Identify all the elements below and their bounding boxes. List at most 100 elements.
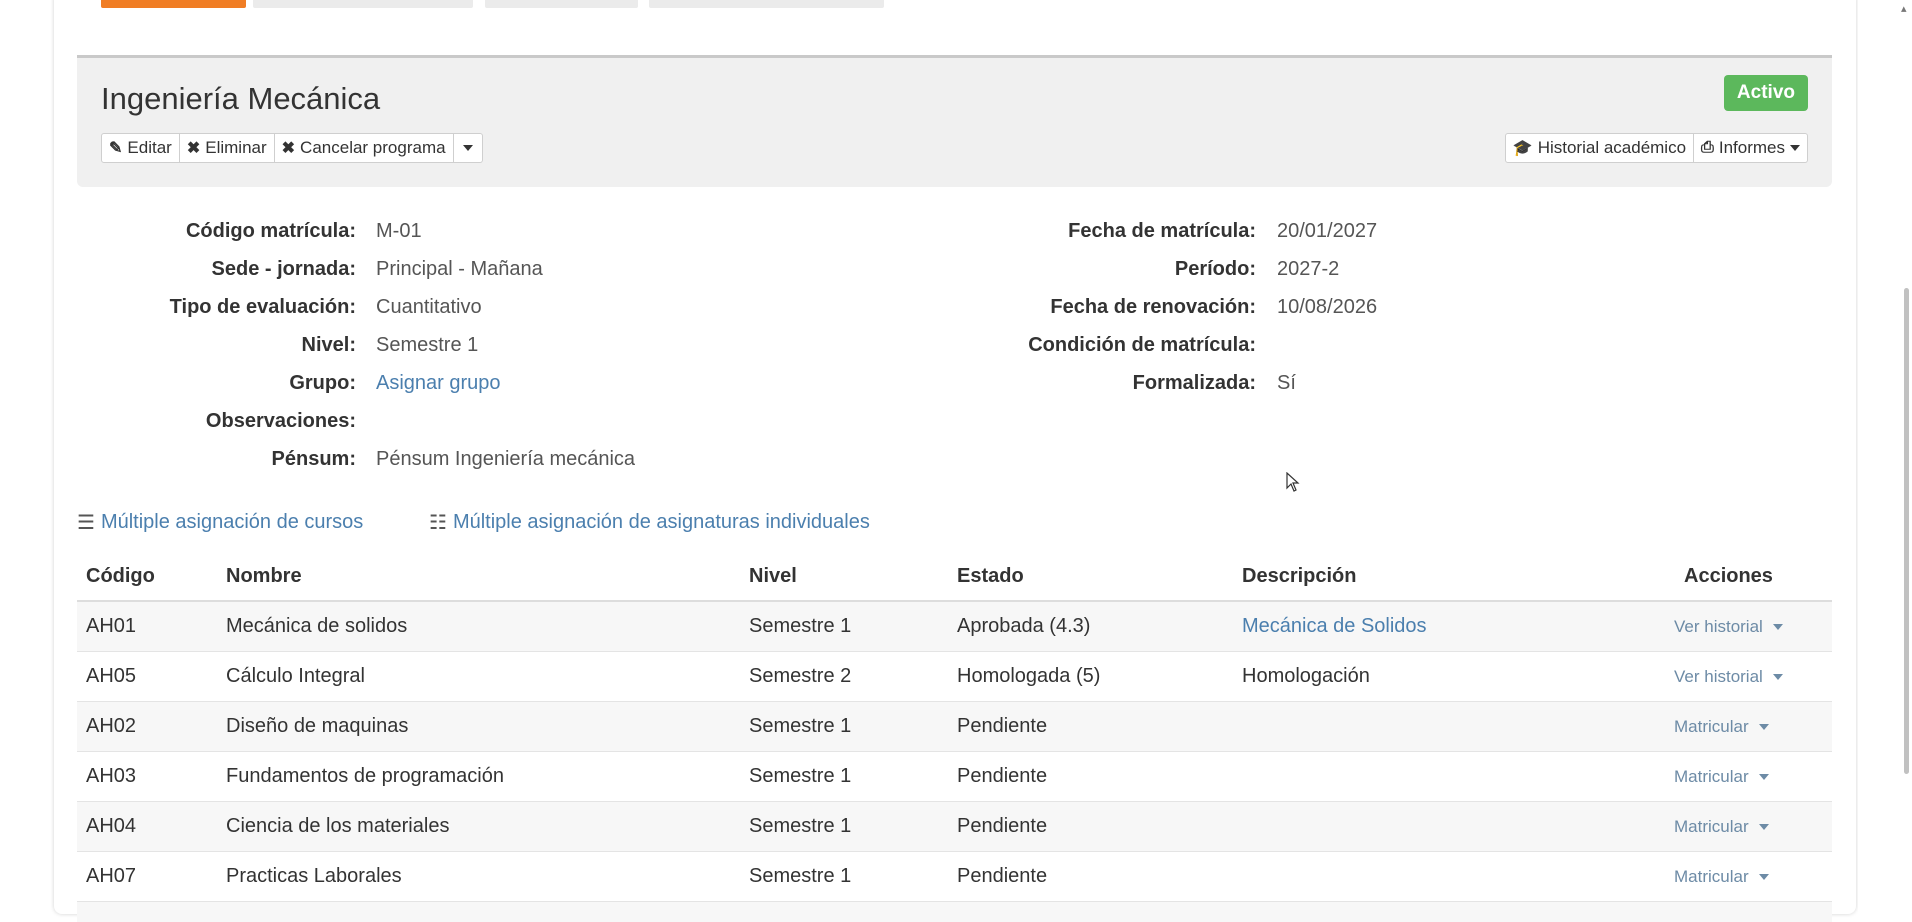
cancel-program-button[interactable]: ✖ Cancelar programa	[275, 133, 454, 163]
cell-actions: Matricular	[1632, 802, 1832, 852]
detail-value: 2027-2	[1277, 258, 1339, 281]
cell-code: AH07	[77, 852, 217, 902]
caret-down-icon	[1759, 824, 1769, 830]
program-header-panel: Ingeniería Mecánica Activo ✎ Editar ✖ El…	[77, 55, 1832, 187]
edit-button[interactable]: ✎ Editar	[101, 133, 180, 163]
action-label: Matricular	[1674, 817, 1749, 837]
detail-label: Formalizada:	[0, 372, 1256, 395]
detail-label: Fecha de renovación:	[0, 296, 1256, 319]
enroll-dropdown[interactable]: Matricular	[1674, 717, 1769, 737]
mass-assign-courses-label: Múltiple asignación de cursos	[101, 511, 363, 534]
detail-label: Observaciones:	[0, 410, 356, 433]
cancel-program-label: Cancelar programa	[300, 138, 446, 158]
table-row: AH03 Fundamentos de programación Semestr…	[77, 752, 1832, 802]
reports-dropdown-button[interactable]: ⎙ Informes	[1694, 133, 1808, 163]
cell-code: AH01	[77, 601, 217, 652]
cell-name: Ciencia de los materiales	[217, 802, 740, 852]
cell-code: AH05	[77, 652, 217, 702]
cell-cut-off	[77, 902, 1832, 922]
reports-label: Informes	[1719, 138, 1785, 158]
mass-assign-subjects-label: Múltiple asignación de asignaturas indiv…	[453, 511, 870, 534]
tab-active[interactable]	[101, 0, 246, 8]
cell-status: Pendiente	[948, 702, 1233, 752]
mass-assign-courses-link[interactable]: ☰ Múltiple asignación de cursos	[77, 510, 363, 535]
view-history-dropdown[interactable]: Ver historial	[1674, 667, 1783, 687]
more-actions-dropdown[interactable]	[454, 133, 483, 163]
enroll-dropdown[interactable]: Matricular	[1674, 767, 1769, 787]
detail-label: Fecha de matrícula:	[0, 220, 1256, 243]
tab-4[interactable]	[649, 0, 884, 8]
scrollbar-thumb[interactable]	[1904, 288, 1909, 774]
detail-row-pensum: Pénsum: Pénsum Ingeniería mecánica	[0, 440, 635, 478]
table-header-row: Código Nombre Nivel Estado Descripción A…	[77, 552, 1832, 601]
cell-actions: Matricular	[1632, 852, 1832, 902]
cell-name: Mecánica de solidos	[217, 601, 740, 652]
report-actions-group: 🎓 Historial académico ⎙ Informes	[1505, 133, 1808, 163]
cell-level: Semestre 1	[740, 752, 948, 802]
detail-label: Pénsum:	[0, 448, 356, 471]
caret-down-icon	[1773, 624, 1783, 630]
caret-down-icon	[1790, 145, 1800, 151]
cell-description	[1233, 852, 1632, 902]
mass-assign-subjects-link[interactable]: ☷ Múltiple asignación de asignaturas ind…	[429, 510, 870, 535]
detail-row-observations: Observaciones:	[0, 402, 376, 440]
enroll-dropdown[interactable]: Matricular	[1674, 867, 1769, 887]
cell-status: Pendiente	[948, 852, 1233, 902]
close-icon: ✖	[187, 138, 200, 158]
col-header-description: Descripción	[1233, 552, 1632, 601]
view-history-dropdown[interactable]: Ver historial	[1674, 617, 1783, 637]
table-row: AH02 Diseño de maquinas Semestre 1 Pendi…	[77, 702, 1832, 752]
cell-status: Pendiente	[948, 802, 1233, 852]
detail-row-renewal-date: Fecha de renovación: 10/08/2026	[0, 288, 1377, 326]
cell-actions: Matricular	[1632, 752, 1832, 802]
detail-value: Sí	[1277, 372, 1296, 395]
detail-label: Condición de matrícula:	[0, 334, 1256, 357]
enroll-dropdown[interactable]: Matricular	[1674, 817, 1769, 837]
col-header-actions: Acciones	[1632, 552, 1832, 601]
cell-actions: Ver historial	[1632, 652, 1832, 702]
status-badge: Activo	[1724, 75, 1808, 111]
cell-level: Semestre 1	[740, 702, 948, 752]
graduation-cap-icon: 🎓	[1513, 138, 1533, 158]
caret-down-icon	[1759, 724, 1769, 730]
cell-status: Homologada (5)	[948, 652, 1233, 702]
detail-row-enroll-date: Fecha de matrícula: 20/01/2027	[0, 212, 1377, 250]
action-label: Matricular	[1674, 767, 1749, 787]
detail-row-formalized: Formalizada: Sí	[0, 364, 1296, 402]
cell-level: Semestre 1	[740, 802, 948, 852]
detail-row-period: Período: 2027-2	[0, 250, 1339, 288]
table-row: AH07 Practicas Laborales Semestre 1 Pend…	[77, 852, 1832, 902]
cell-name: Fundamentos de programación	[217, 752, 740, 802]
col-header-status: Estado	[948, 552, 1233, 601]
detail-label: Período:	[0, 258, 1256, 281]
col-header-code: Código	[77, 552, 217, 601]
delete-button[interactable]: ✖ Eliminar	[180, 133, 275, 163]
table-row: AH05 Cálculo Integral Semestre 2 Homolog…	[77, 652, 1832, 702]
cell-code: AH04	[77, 802, 217, 852]
cell-description	[1233, 702, 1632, 752]
cell-description	[1233, 802, 1632, 852]
list-ul-icon: ☷	[429, 510, 447, 535]
table-row: AH04 Ciencia de los materiales Semestre …	[77, 802, 1832, 852]
delete-label: Eliminar	[205, 138, 266, 158]
cell-status: Pendiente	[948, 752, 1233, 802]
program-title: Ingeniería Mecánica	[101, 81, 380, 117]
cell-description-link[interactable]: Mecánica de Solidos	[1233, 601, 1632, 652]
tab-2[interactable]	[253, 0, 473, 8]
cell-level: Semestre 1	[740, 601, 948, 652]
cell-name: Practicas Laborales	[217, 852, 740, 902]
caret-down-icon	[1773, 674, 1783, 680]
academic-history-button[interactable]: 🎓 Historial académico	[1505, 133, 1694, 163]
col-header-level: Nivel	[740, 552, 948, 601]
cell-code: AH03	[77, 752, 217, 802]
program-actions-group: ✎ Editar ✖ Eliminar ✖ Cancelar programa	[101, 133, 483, 163]
pencil-icon: ✎	[109, 138, 122, 158]
action-label: Ver historial	[1674, 617, 1763, 637]
edit-label: Editar	[127, 138, 171, 158]
caret-down-icon	[463, 145, 473, 151]
col-header-name: Nombre	[217, 552, 740, 601]
action-label: Ver historial	[1674, 667, 1763, 687]
tab-3[interactable]	[485, 0, 638, 8]
scroll-up-arrow-icon[interactable]: ▴	[1901, 2, 1907, 15]
caret-down-icon	[1759, 774, 1769, 780]
